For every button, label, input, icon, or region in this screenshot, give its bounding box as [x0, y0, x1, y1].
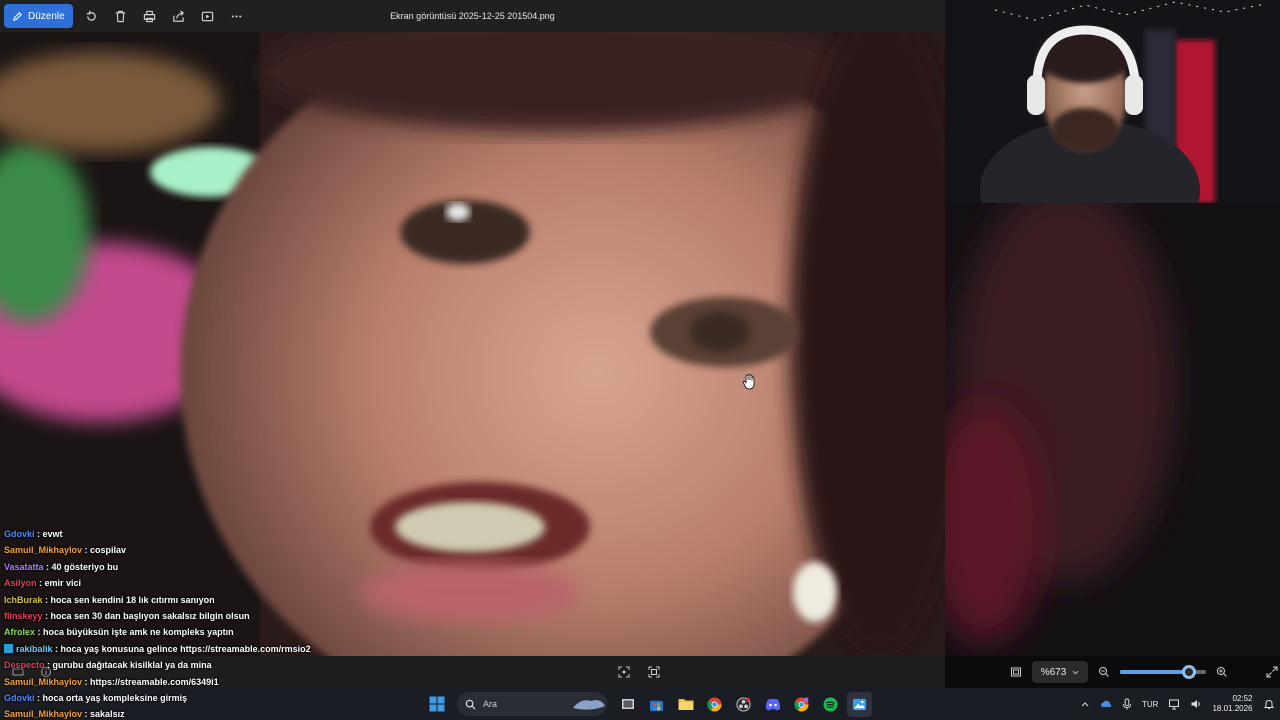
desktop: Düzenle Ekran görüntüsü 2025-12-25 20150… [0, 0, 1280, 720]
chat-text: : cospilav [84, 545, 127, 556]
windows-start-icon[interactable] [424, 692, 449, 717]
zoom-slider-handle[interactable] [1181, 665, 1196, 679]
chat-message: IchBurak : hoca sen kendini 18 lık cıtır… [4, 592, 424, 608]
chat-username: Asilyon [4, 578, 37, 589]
chat-message: Gdovki : evwt [4, 526, 424, 542]
chat-message: Samuil_Mikhaylov : https://streamable.co… [4, 674, 424, 690]
task-view-icon[interactable] [615, 692, 640, 717]
chat-message: Samuil_Mikhaylov : sakalsız [4, 706, 424, 720]
system-tray: TUR 02:52 18.01.2026 [1080, 688, 1275, 720]
ocr-scan-icon[interactable] [646, 664, 662, 680]
stream-background [945, 203, 1280, 656]
rotate-icon[interactable] [77, 4, 106, 28]
chat-message: Vasatatta : 40 gösteriyo bu [4, 559, 424, 575]
webcam-overlay [945, 0, 1280, 203]
edit-label: Düzenle [28, 10, 65, 22]
network-icon[interactable] [1168, 698, 1180, 710]
fit-screen-icon[interactable] [616, 664, 632, 680]
print-icon[interactable] [135, 4, 164, 28]
hand-cursor-icon [743, 374, 755, 395]
volume-icon[interactable] [1190, 698, 1202, 710]
chat-username: Samuil_Mikhaylov [4, 709, 83, 720]
chat-message: Gdovki : hoca orta yaş kompleksine girmi… [4, 690, 424, 706]
chrome-alt-icon[interactable] [789, 692, 814, 717]
pencil-icon [12, 11, 22, 21]
search-placeholder: Ara [483, 699, 498, 709]
chat-text: : hoca orta yaş kompleksine girmiş [37, 692, 188, 703]
chat-username: Samuil_Mikhaylov [4, 545, 83, 556]
zoom-level-dropdown[interactable]: %673 [1032, 661, 1088, 683]
discord-icon[interactable] [760, 692, 785, 717]
cloud-icon[interactable] [1100, 698, 1112, 710]
zoom-level: %673 [1040, 666, 1067, 678]
microphone-icon[interactable] [1122, 698, 1132, 710]
zoom-in-icon[interactable] [1214, 664, 1230, 680]
photos-icon[interactable] [847, 691, 872, 717]
chat-message: Asilyon : emir vici [4, 575, 424, 591]
chat-message: flinskeyy : hoca sen 30 dan başlıyon sak… [4, 608, 424, 624]
slideshow-icon[interactable] [193, 4, 222, 28]
zoom-slider-fill [1120, 670, 1189, 674]
language-indicator[interactable]: TUR [1142, 700, 1158, 709]
badge-icon [4, 643, 13, 653]
clock-time: 02:52 [1232, 694, 1253, 703]
chat-username: Samuil_Mikhaylov [4, 676, 83, 687]
search-icon [465, 699, 476, 710]
chat-message: rakibalik : hoca yaş konusuna gelince ht… [4, 641, 424, 657]
chat-text: : hoca yaş konusuna gelince https://stre… [55, 643, 311, 654]
chevron-up-icon[interactable] [1080, 699, 1090, 709]
chat-username: Vasatatta [4, 561, 44, 572]
chat-username: Despecto [4, 660, 45, 671]
chat-text: : hoca sen kendini 18 lık cıtırmı sanıyo… [45, 594, 215, 605]
chat-text: : emir vici [39, 578, 82, 589]
chat-text: : hoca büyüksün işte amk ne kompleks yap… [37, 627, 234, 638]
search-highlight-icon [573, 700, 605, 710]
chat-text: : gurubu dağıtacak kisilklal ya da mina [47, 660, 212, 671]
taskbar-apps: Ara [424, 688, 872, 720]
file-explorer-icon[interactable] [673, 692, 698, 717]
viewer-toolbar: Düzenle Ekran görüntüsü 2025-12-25 20150… [0, 0, 945, 32]
chat-username: flinskeyy [4, 610, 43, 621]
chat-message: Samuil_Mikhaylov : cospilav [4, 542, 424, 558]
zoom-out-icon[interactable] [1096, 664, 1112, 680]
chevron-down-icon [1072, 670, 1079, 674]
clock-date: 18.01.2026 [1212, 704, 1253, 713]
more-icon[interactable] [222, 4, 251, 28]
delete-icon[interactable] [106, 4, 135, 28]
chat-text: : sakalsız [84, 709, 125, 720]
chat-message: Despecto : gurubu dağıtacak kisilklal ya… [4, 657, 424, 673]
chat-username: Afrolex [4, 627, 36, 638]
notification-bell-icon[interactable] [1263, 698, 1275, 710]
chat-message: Afrolex : hoca büyüksün işte amk ne komp… [4, 624, 424, 640]
chat-username: Gdovki [4, 529, 35, 539]
status-center [616, 664, 662, 680]
spotify-icon[interactable] [818, 692, 843, 717]
chrome-icon[interactable] [702, 692, 727, 717]
obs-icon[interactable] [731, 692, 756, 717]
taskbar-clock[interactable]: 02:52 18.01.2026 [1212, 694, 1252, 714]
edit-button[interactable]: Düzenle [4, 4, 73, 28]
chat-username: Gdovki [4, 692, 35, 703]
chat-username: rakibalik [16, 643, 53, 654]
taskbar-search[interactable]: Ara [457, 692, 607, 716]
chat-text: : https://streamable.com/6349i1 [84, 676, 219, 687]
chat-text: : hoca sen 30 dan başlıyon sakalsız bilg… [45, 610, 250, 621]
store-icon[interactable] [644, 692, 669, 717]
zoom-controls: %673 [1000, 656, 1280, 688]
chat-text: : evwt [37, 529, 63, 539]
stream-chat-overlay: Gdovki : evwt Samuil_Mikhaylov : cospilav… [4, 526, 424, 720]
chat-text: : 40 gösteriyo bu [46, 561, 119, 572]
expand-icon[interactable] [1264, 664, 1280, 680]
chat-username: IchBurak [4, 594, 43, 605]
fullscreen-fit-icon[interactable] [1008, 664, 1024, 680]
share-icon[interactable] [164, 4, 193, 28]
zoom-slider[interactable] [1120, 665, 1206, 679]
